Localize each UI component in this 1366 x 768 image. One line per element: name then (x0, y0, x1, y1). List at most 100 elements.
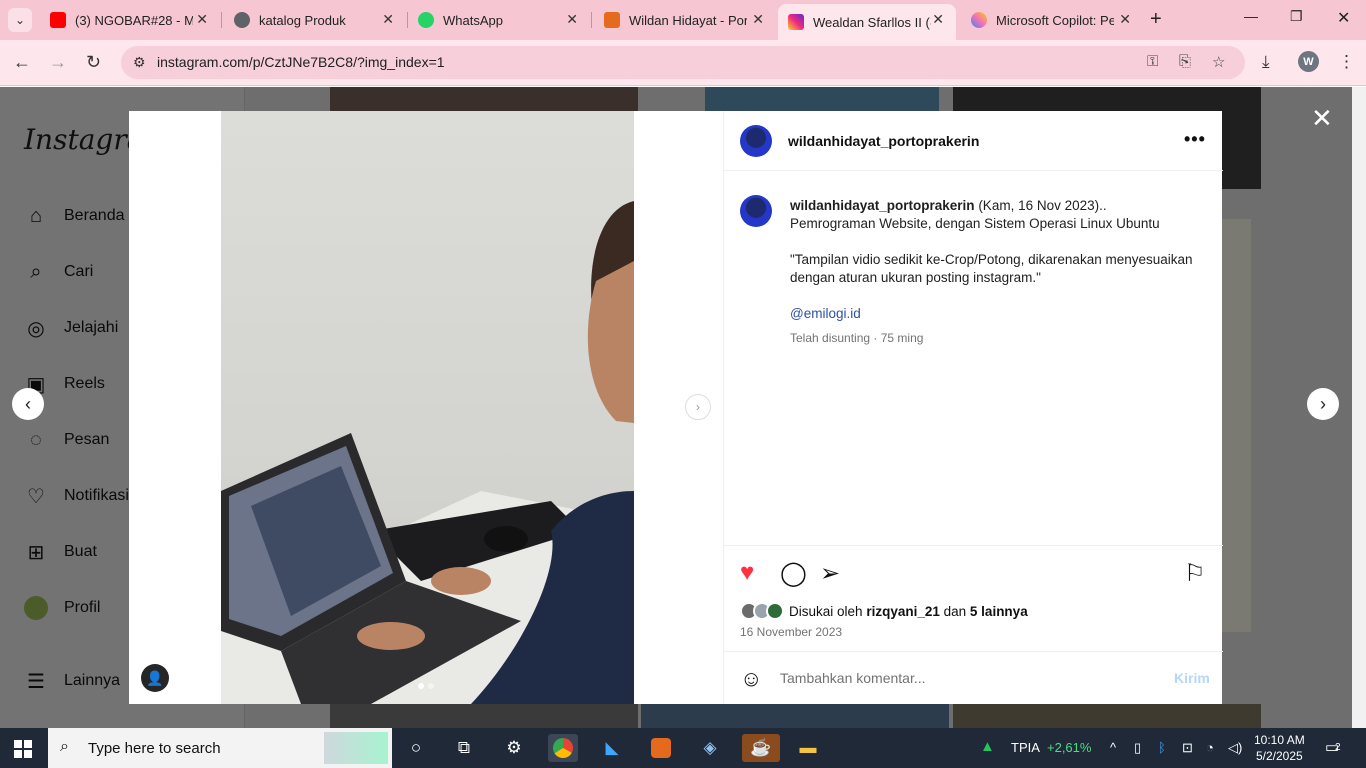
system-clock[interactable]: 10:10 AM 5/2/2025 (1254, 732, 1305, 764)
cortana-icon[interactable]: ○ (401, 734, 431, 762)
carousel-next-button[interactable]: › (685, 394, 711, 420)
carousel-dot (428, 683, 434, 689)
key-icon[interactable]: ⚿ (1147, 53, 1158, 70)
sidebar-item-create[interactable]: ⊞ Buat (24, 540, 97, 564)
tab-whatsapp[interactable]: WhatsApp ✕ (408, 4, 590, 36)
tab-portfolio[interactable]: Wildan Hidayat - Port ✕ (594, 4, 776, 36)
clock-time: 10:10 AM (1254, 733, 1305, 747)
stock-chart-icon[interactable]: ▲ (980, 738, 995, 755)
sidebar-item-profile[interactable]: Profil (24, 596, 100, 620)
liker-username[interactable]: rizqyani_21 (866, 604, 940, 619)
reload-button[interactable]: ↻ (86, 52, 101, 73)
chrome-icon[interactable] (548, 734, 578, 762)
browser-menu-icon[interactable]: ⋮ (1338, 52, 1355, 72)
restore-button[interactable]: ❐ (1290, 8, 1303, 25)
file-explorer-icon[interactable]: ▬ (793, 734, 823, 762)
taskbar-search-box[interactable]: ⌕ Type here to search (48, 728, 392, 768)
caption-avatar[interactable] (740, 195, 772, 227)
sidebar-item-more[interactable]: ☰ Lainnya (24, 669, 120, 693)
tab-copilot[interactable]: Microsoft Copilot: Pe ✕ (961, 4, 1143, 36)
task-view-icon[interactable]: ⧉ (449, 734, 479, 762)
sidebar-item-messages[interactable]: ◌ Pesan (24, 428, 109, 452)
sidebar-item-label: Lainnya (64, 672, 121, 689)
page-scrollbar[interactable] (1352, 87, 1366, 728)
forward-button[interactable]: → (49, 52, 67, 73)
tab-title: WhatsApp (443, 12, 503, 28)
author-avatar[interactable] (740, 125, 772, 157)
sidebar-item-label: Cari (64, 263, 94, 280)
xampp-icon[interactable] (646, 734, 676, 762)
chevron-up-icon[interactable]: ^ (1110, 740, 1116, 755)
address-bar[interactable]: ⚙ instagram.com/p/CztJNe7B2C8/?img_index… (121, 46, 1245, 79)
tagged-users-icon[interactable]: 👤 (141, 664, 169, 692)
edited-timestamp: Telah disunting · 75 ming (790, 331, 924, 345)
url-text[interactable]: instagram.com/p/CztJNe7B2C8/?img_index=1 (157, 54, 445, 70)
grid-image (330, 87, 638, 111)
settings-gear-icon[interactable]: ⚙ (499, 734, 529, 762)
java-icon[interactable]: ☕ (742, 734, 780, 762)
tab-instagram[interactable]: Wealdan Sfarllos II (@ ✕ (778, 4, 956, 40)
stock-name[interactable]: TPIA (1011, 740, 1040, 755)
post-details-panel: wildanhidayat_portoprakerin ••• wildanhi… (723, 111, 1223, 704)
post-date: 16 November 2023 (740, 625, 843, 639)
search-highlight-image (324, 732, 388, 764)
sidebar-item-home[interactable]: ⌂ Beranda (24, 204, 125, 228)
usb-icon[interactable]: ▯ (1134, 740, 1141, 756)
tab-title: Wealdan Sfarllos II (@ (813, 14, 931, 30)
sidebar-item-label: Buat (64, 543, 97, 560)
windows-taskbar: ⌕ Type here to search ○ ⧉ ⚙ ◣ ◈ ☕ ▬ ▲ TP… (0, 728, 1366, 768)
like-heart-icon[interactable]: ♥ (740, 559, 754, 587)
close-icon[interactable]: ✕ (752, 11, 764, 28)
bluetooth-icon[interactable]: ᛒ (1158, 740, 1166, 755)
instagram-icon (788, 14, 804, 30)
site-info-icon[interactable]: ⚙ (133, 54, 146, 71)
stock-change[interactable]: +2,61% (1047, 740, 1091, 755)
comment-icon[interactable]: ◯ (780, 559, 807, 588)
close-icon[interactable]: ✕ (196, 11, 208, 28)
next-post-button[interactable]: › (1307, 388, 1339, 420)
menu-icon: ☰ (27, 670, 45, 693)
minimize-button[interactable]: — (1244, 8, 1258, 24)
likes-prefix: Disukai oleh (789, 603, 863, 619)
caption-username[interactable]: wildanhidayat_portoprakerin (790, 198, 975, 213)
sidebar-item-search[interactable]: ⌕ Cari (24, 260, 93, 284)
tab-youtube[interactable]: (3) NGOBAR#28 - Me ✕ (40, 4, 220, 36)
post-media[interactable]: 👤 › (129, 111, 722, 704)
windows-start-icon[interactable] (14, 740, 32, 758)
virtualbox-icon[interactable]: ◈ (695, 734, 725, 762)
download-icon[interactable]: ⤓ (1262, 52, 1270, 72)
window-close-button[interactable]: ✕ (1337, 8, 1350, 28)
tab-search-button[interactable]: ⌄ (8, 8, 32, 32)
clock-date: 5/2/2025 (1255, 749, 1303, 763)
close-icon[interactable]: ✕ (1119, 11, 1131, 28)
volume-icon[interactable]: ◁) (1228, 740, 1242, 756)
author-username[interactable]: wildanhidayat_portoprakerin (788, 133, 979, 149)
close-icon[interactable]: ✕ (566, 11, 578, 28)
back-button[interactable]: ← (13, 52, 31, 73)
profile-avatar[interactable]: W (1298, 51, 1319, 72)
emoji-icon[interactable]: ☺ (740, 666, 762, 692)
likes-others-link[interactable]: 5 lainnya (970, 604, 1028, 619)
share-icon[interactable]: ➢ (820, 559, 840, 588)
wifi-icon[interactable]: ◔ (1206, 740, 1214, 755)
new-tab-button[interactable]: + (1150, 8, 1162, 31)
prev-post-button[interactable]: ‹ (12, 388, 44, 420)
tab-katalog[interactable]: katalog Produk ✕ (224, 4, 406, 36)
close-icon[interactable]: ✕ (932, 11, 944, 28)
devices-icon[interactable]: ⊡ (1182, 740, 1193, 756)
sidebar-item-notifications[interactable]: ♡ Notifikasi (24, 484, 129, 508)
caption-date-text: (Kam, 16 Nov 2023).. (978, 198, 1107, 213)
sidebar-item-explore[interactable]: ◎ Jelajahi (24, 316, 118, 340)
close-icon[interactable]: ✕ (382, 11, 394, 28)
save-bookmark-icon[interactable]: ⚐ (1184, 559, 1206, 588)
sidebar-item-label: Jelajahi (64, 319, 119, 336)
vscode-icon[interactable]: ◣ (597, 734, 627, 762)
more-options-icon[interactable]: ••• (1184, 129, 1206, 150)
comment-input[interactable]: Tambahkan komentar... (780, 670, 926, 686)
mention-link[interactable]: @emilogi.id (790, 306, 861, 321)
sidebar-item-label: Notifikasi (64, 487, 129, 504)
install-app-icon[interactable]: ⎘ (1179, 53, 1191, 70)
bookmark-star-icon[interactable]: ☆ (1212, 53, 1225, 71)
send-comment-button[interactable]: Kirim (1174, 670, 1210, 686)
close-modal-button[interactable]: ✕ (1311, 103, 1333, 134)
